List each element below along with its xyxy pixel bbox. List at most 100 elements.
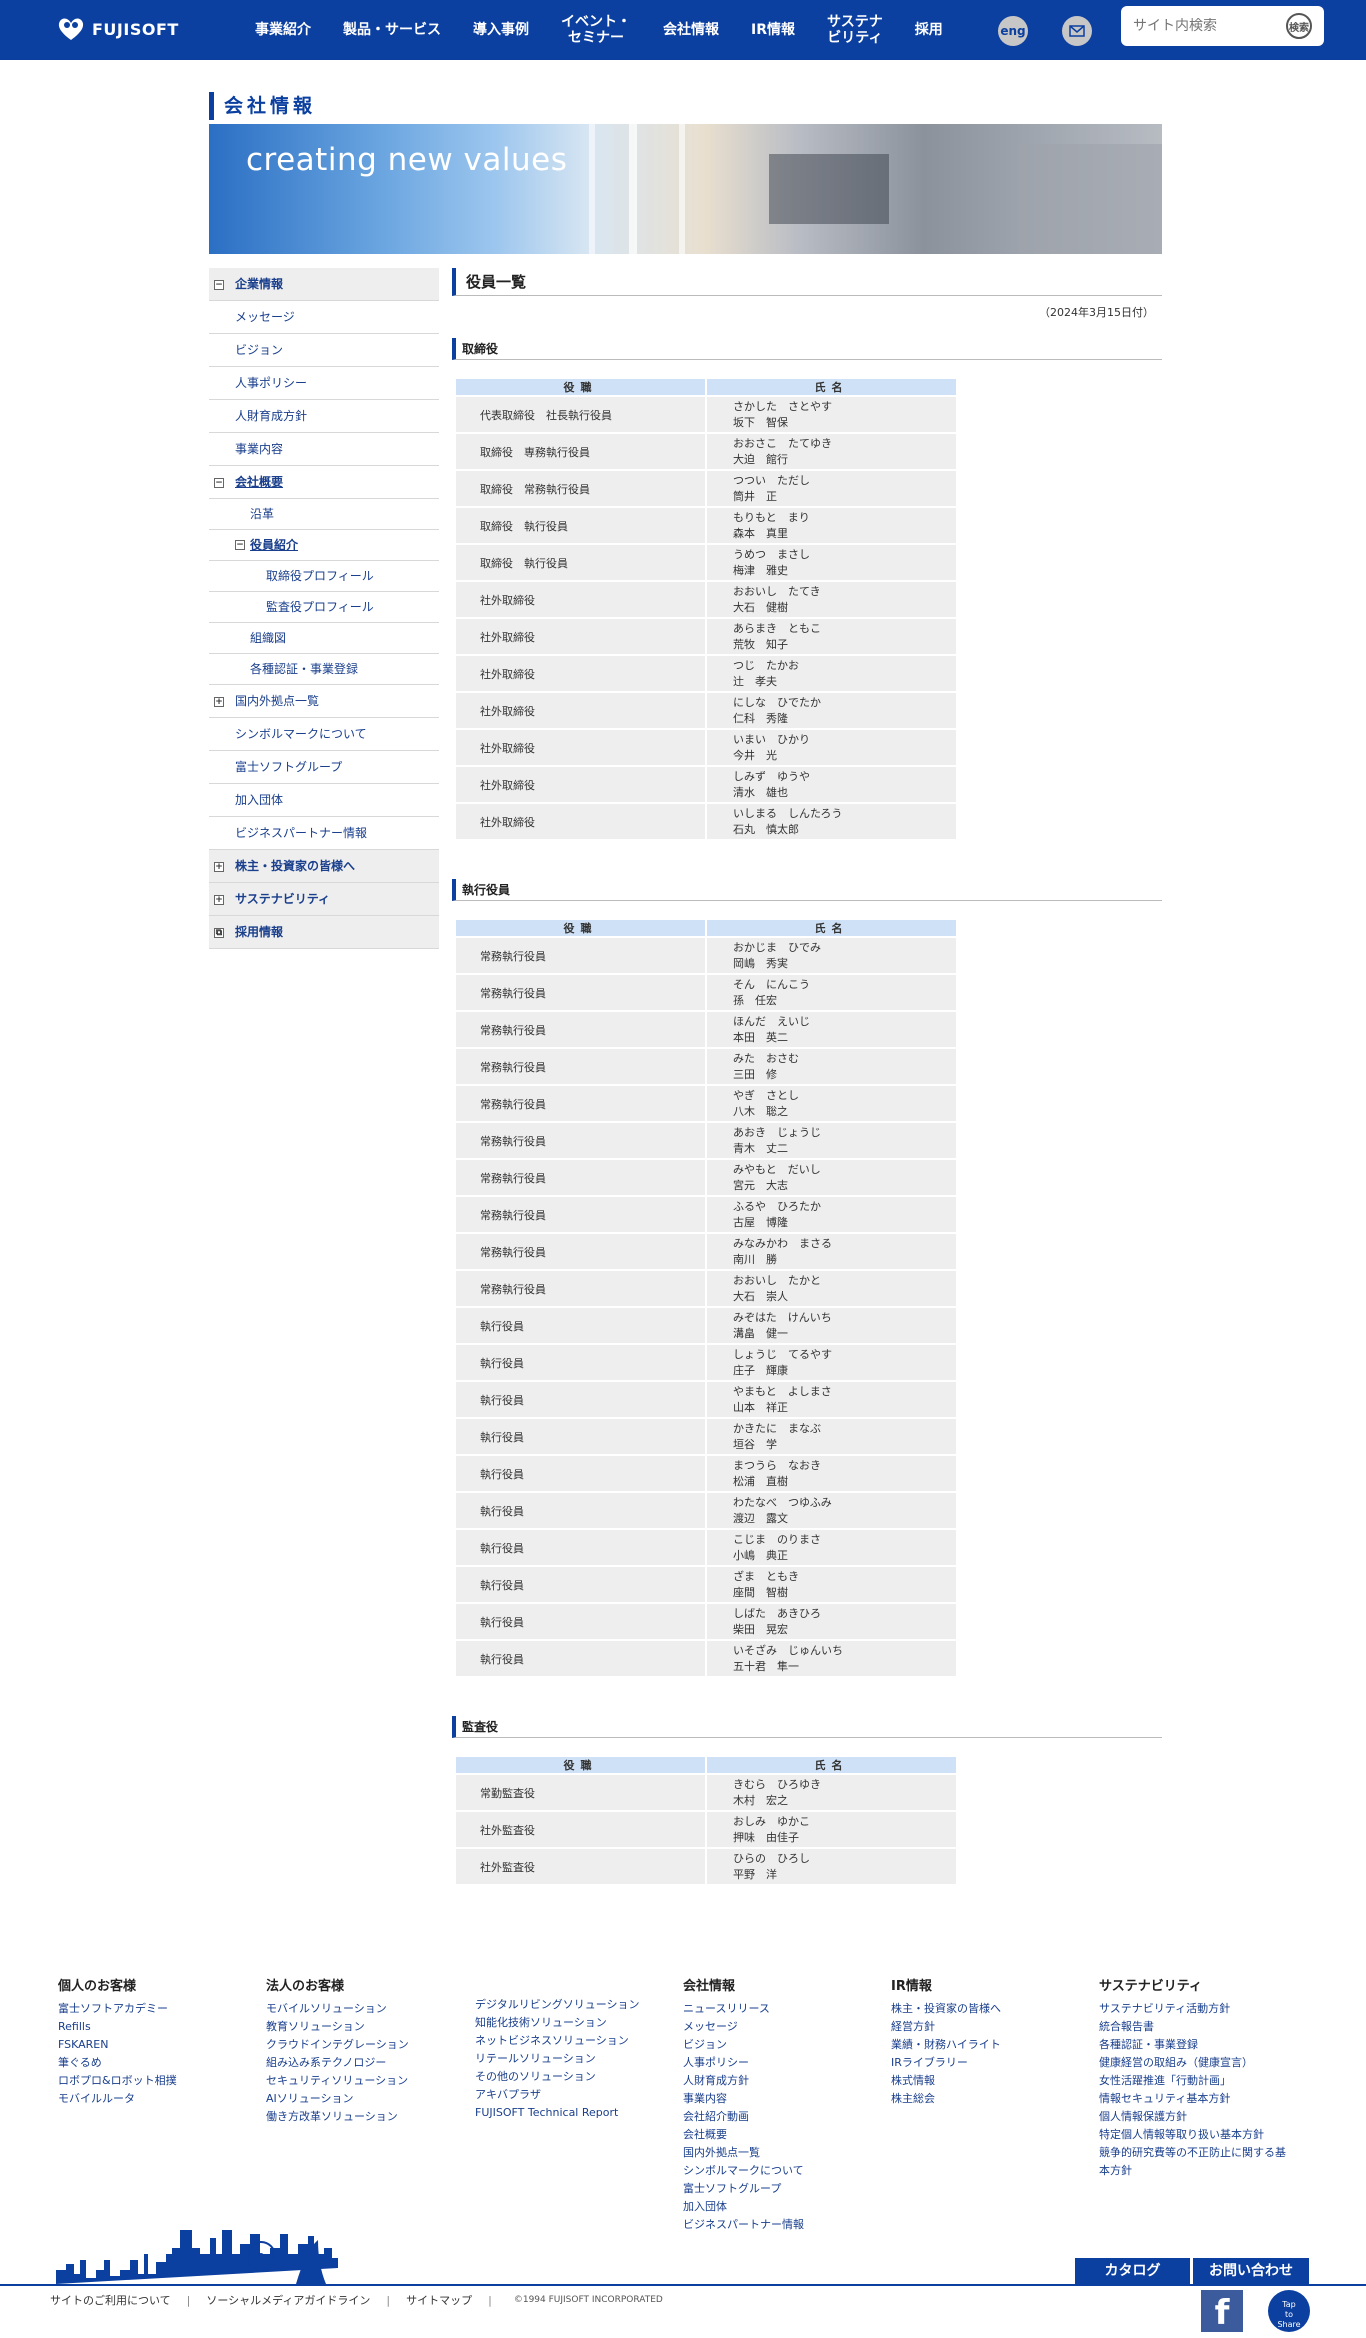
footer-link[interactable]: デジタルリビングソリューション xyxy=(475,1996,640,2014)
footer-link[interactable]: セキュリティソリューション xyxy=(266,2072,409,2090)
sidebar-item-12[interactable]: 各種認証・事業登録 xyxy=(209,654,439,685)
footer-link[interactable]: Refills xyxy=(58,2018,177,2036)
sidebar-item-17[interactable]: ビジネスパートナー情報 xyxy=(209,817,439,850)
footer-link[interactable]: 特定個人情報等取り扱い基本方針 xyxy=(1099,2126,1286,2144)
officer-kana: やまもと よしまさ xyxy=(733,1384,832,1398)
nav-item-4[interactable]: 会社情報 xyxy=(663,22,719,38)
footer-link[interactable]: ビジネスパートナー情報 xyxy=(683,2216,804,2234)
nav-item-3[interactable]: イベント・ セミナー xyxy=(561,14,631,46)
sidebar-item-6[interactable]: − 会社概要 xyxy=(209,466,439,499)
footer-link[interactable]: ロボプロ&ロボット相撲 xyxy=(58,2072,177,2090)
sidebar-item-2[interactable]: ビジョン xyxy=(209,334,439,367)
footer-link[interactable]: 経営方針 xyxy=(891,2018,1001,2036)
sidebar-item-3[interactable]: 人事ポリシー xyxy=(209,367,439,400)
footer-link[interactable]: 株式情報 xyxy=(891,2072,1001,2090)
footer-link[interactable]: クラウドインテグレーション xyxy=(266,2036,409,2054)
sidebar-item-5[interactable]: 事業内容 xyxy=(209,433,439,466)
footer-link[interactable]: 事業内容 xyxy=(683,2090,804,2108)
footer-link[interactable]: AIソリューション xyxy=(266,2090,409,2108)
mail-button[interactable] xyxy=(1062,16,1092,46)
footer-link[interactable]: 会社紹介動画 xyxy=(683,2108,804,2126)
officer-name-cell: まつうら なおき 松浦 直樹 xyxy=(707,1456,956,1491)
officer-name-cell: おおさこ たてゆき 大迫 館行 xyxy=(707,434,956,469)
footer-link[interactable]: 国内外拠点一覧 xyxy=(683,2144,804,2162)
officer-name-cell: しょうじ てるやす 庄子 輝康 xyxy=(707,1345,956,1380)
nav-item-5[interactable]: IR情報 xyxy=(751,22,795,38)
footer-link[interactable]: 健康経営の取組み（健康宣言） xyxy=(1099,2054,1286,2072)
footer-link[interactable]: 業績・財務ハイライト xyxy=(891,2036,1001,2054)
nav-item-1[interactable]: 製品・サービス xyxy=(343,22,441,38)
footer-link[interactable]: 人財育成方針 xyxy=(683,2072,804,2090)
footer-link[interactable]: アキバプラザ xyxy=(475,2086,640,2104)
footer-link[interactable]: 各種認証・事業登録 xyxy=(1099,2036,1286,2054)
sidebar-item-15[interactable]: 富士ソフトグループ xyxy=(209,751,439,784)
footer-link[interactable]: リテールソリューション xyxy=(475,2050,640,2068)
footer-link[interactable]: シンボルマークについて xyxy=(683,2162,804,2180)
footer-link[interactable]: 働き方改革ソリューション xyxy=(266,2108,409,2126)
footer-link[interactable]: 競争的研究費等の不正防止に関する基 xyxy=(1099,2144,1286,2162)
sidebar-item-4[interactable]: 人財育成方針 xyxy=(209,400,439,433)
english-button[interactable]: eng xyxy=(998,16,1028,46)
officer-kana: みぞはた けんいち xyxy=(733,1310,832,1324)
sidebar-item-20[interactable]: ⧉ 採用情報 xyxy=(209,916,439,949)
footer-link[interactable]: 情報セキュリティ基本方針 xyxy=(1099,2090,1286,2108)
footer-link[interactable]: 本方針 xyxy=(1099,2162,1286,2180)
footer-link[interactable]: 株主総会 xyxy=(891,2090,1001,2108)
bottom-link[interactable]: サイトマップ xyxy=(406,2292,472,2308)
footer-link[interactable]: 富士ソフトアカデミー xyxy=(58,2000,177,2018)
bottom-link[interactable]: ソーシャルメディアガイドライン xyxy=(206,2292,370,2308)
search-button[interactable]: 検索 xyxy=(1286,13,1312,39)
footer-link[interactable]: その他のソリューション xyxy=(475,2068,640,2086)
footer-link[interactable]: 統合報告書 xyxy=(1099,2018,1286,2036)
footer-link[interactable]: 加入団体 xyxy=(683,2198,804,2216)
sidebar-item-13[interactable]: + 国内外拠点一覧 xyxy=(209,685,439,718)
footer-link[interactable]: モバイルソリューション xyxy=(266,2000,409,2018)
footer-link[interactable]: IRライブラリー xyxy=(891,2054,1001,2072)
sidebar-item-7[interactable]: 沿革 xyxy=(209,499,439,530)
footer-link[interactable]: 個人情報保護方針 xyxy=(1099,2108,1286,2126)
footer-link[interactable]: メッセージ xyxy=(683,2018,804,2036)
nav-item-6[interactable]: サステナ ビリティ xyxy=(827,14,883,46)
fujisoft-logo[interactable]: FUJISOFT xyxy=(56,16,179,42)
sidebar-item-10[interactable]: 監査役プロフィール xyxy=(209,592,439,623)
footer-link[interactable]: 筆ぐるめ xyxy=(58,2054,177,2072)
footer-link[interactable]: 知能化技術ソリューション xyxy=(475,2014,640,2032)
footer-link[interactable]: ニュースリリース xyxy=(683,2000,804,2018)
contact-button[interactable]: お問い合わせ xyxy=(1193,2258,1309,2285)
footer-link[interactable]: モバイルルータ xyxy=(58,2090,177,2108)
footer-link[interactable]: 組み込み系テクノロジー xyxy=(266,2054,409,2072)
footer-link[interactable]: 教育ソリューション xyxy=(266,2018,409,2036)
footer-link[interactable]: 会社概要 xyxy=(683,2126,804,2144)
sidebar-item-14[interactable]: シンボルマークについて xyxy=(209,718,439,751)
catalog-button[interactable]: カタログ xyxy=(1075,2258,1190,2285)
sidebar-item-19[interactable]: + サステナビリティ xyxy=(209,883,439,916)
bottom-link[interactable]: サイトのご利用について xyxy=(50,2292,171,2308)
nav-item-0[interactable]: 事業紹介 xyxy=(255,22,311,38)
sidebar-item-0[interactable]: − 企業情報 xyxy=(209,268,439,301)
sidebar-item-11[interactable]: 組織図 xyxy=(209,623,439,654)
footer-link[interactable]: FSKAREN xyxy=(58,2036,177,2054)
sidebar-item-18[interactable]: + 株主・投資家の皆様へ xyxy=(209,850,439,883)
footer-link[interactable]: 株主・投資家の皆様へ xyxy=(891,2000,1001,2018)
nav-item-7[interactable]: 採用 xyxy=(915,22,943,38)
external-icon: ⧉ xyxy=(214,928,224,938)
footer-link[interactable]: サステナビリティ活動方針 xyxy=(1099,2000,1286,2018)
nav-item-2[interactable]: 導入事例 xyxy=(473,22,529,38)
share-icon[interactable]: Tap to Share xyxy=(1268,2290,1310,2332)
officer-kana: みた おさむ xyxy=(733,1051,799,1065)
share-label: Tap to Share xyxy=(1277,2300,1301,2329)
sidebar-item-1[interactable]: メッセージ xyxy=(209,301,439,334)
sidebar-item-9[interactable]: 取締役プロフィール xyxy=(209,561,439,592)
search-input[interactable] xyxy=(1133,18,1273,34)
footer-link[interactable]: 女性活躍推進「行動計画」 xyxy=(1099,2072,1286,2090)
footer-link[interactable]: 人事ポリシー xyxy=(683,2054,804,2072)
sidebar-item-label: 会社概要 xyxy=(235,475,284,489)
footer-link[interactable]: 富士ソフトグループ xyxy=(683,2180,804,2198)
facebook-icon[interactable]: f xyxy=(1201,2290,1243,2333)
sidebar-item-16[interactable]: 加入団体 xyxy=(209,784,439,817)
sidebar-item-8[interactable]: − 役員紹介 xyxy=(209,530,439,561)
footer-link[interactable]: ネットビジネスソリューション xyxy=(475,2032,640,2050)
officer-name: 坂下 智保 xyxy=(733,415,788,429)
footer-link[interactable]: FUJISOFT Technical Report xyxy=(475,2104,640,2122)
footer-link[interactable]: ビジョン xyxy=(683,2036,804,2054)
